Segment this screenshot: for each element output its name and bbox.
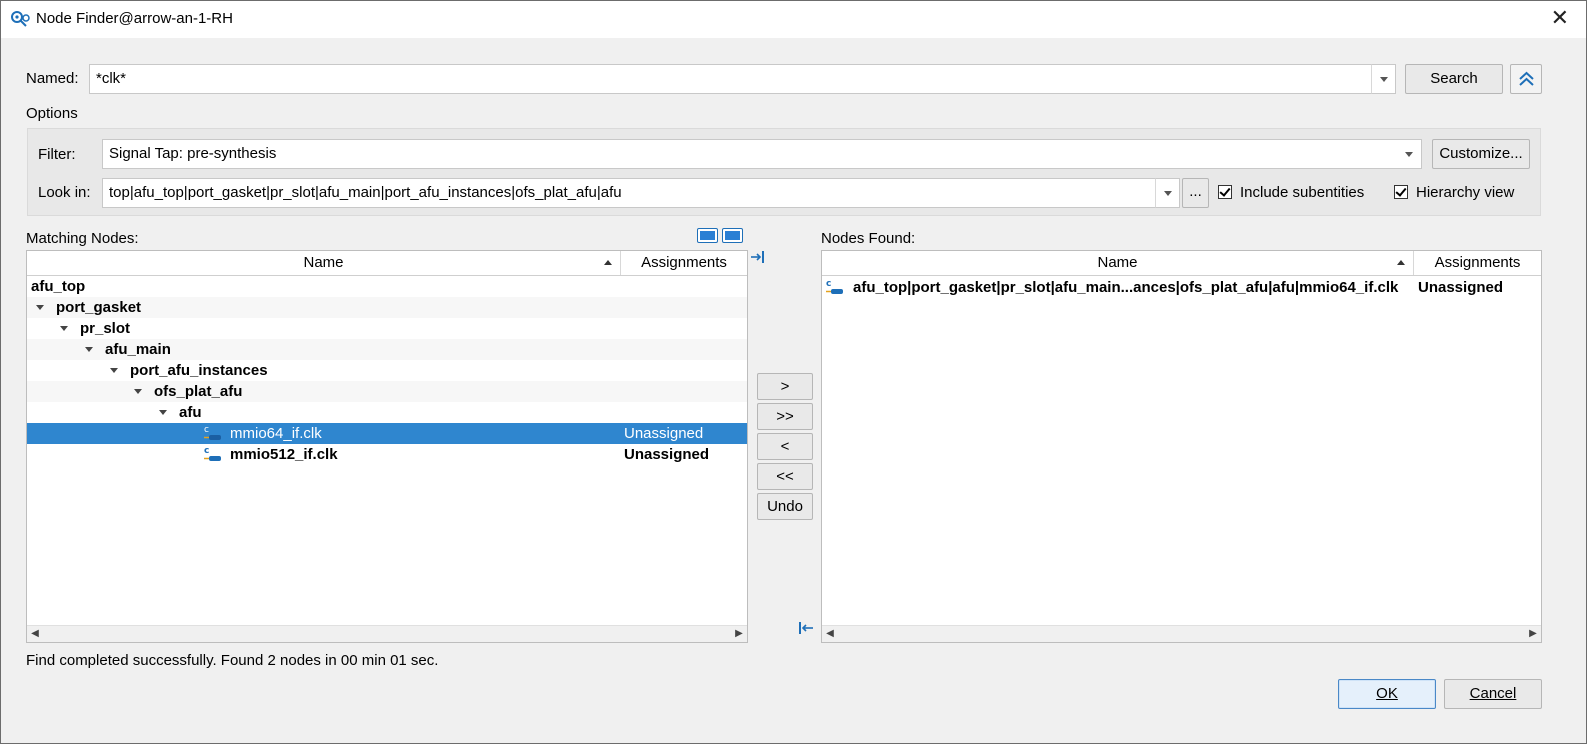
tree-node-label: mmio512_if.clk bbox=[230, 446, 338, 463]
tree-row[interactable]: afu_top bbox=[27, 276, 747, 297]
browse-hierarchy-button[interactable]: ... bbox=[1182, 178, 1209, 208]
svg-text:c: c bbox=[826, 279, 831, 289]
column-header-assignments[interactable]: Assignments bbox=[621, 251, 747, 275]
tree-node-label: pr_slot bbox=[80, 320, 131, 337]
tree-row[interactable]: port_afu_instances bbox=[27, 360, 747, 381]
sort-ascending-icon bbox=[1397, 260, 1405, 265]
tree-row[interactable]: port_gasket bbox=[27, 297, 747, 318]
expand-all-icon bbox=[700, 231, 715, 240]
found-node-name: afu_top|port_gasket|pr_slot|afu_main...a… bbox=[853, 279, 1399, 296]
filter-select[interactable]: Signal Tap: pre-synthesis bbox=[102, 139, 1398, 169]
tree-row[interactable]: ofs_plat_afu bbox=[27, 381, 747, 402]
expanded-arrow-icon[interactable] bbox=[134, 389, 142, 394]
scroll-right-icon[interactable]: ▶ bbox=[731, 626, 747, 642]
matching-nodes-table: Name Assignments afu_top port_gasket pr_… bbox=[26, 250, 748, 643]
clock-node-icon: c bbox=[826, 279, 843, 294]
title-bar: Node Finder@arrow-an-1-RH ✕ bbox=[0, 0, 1587, 39]
add-selected-button[interactable]: > bbox=[757, 373, 813, 400]
options-heading: Options bbox=[26, 105, 78, 122]
add-to-found-icon[interactable] bbox=[750, 250, 766, 264]
customize-button[interactable]: Customize... bbox=[1432, 139, 1530, 169]
matching-horizontal-scrollbar[interactable]: ◀ ▶ bbox=[27, 625, 747, 642]
hierarchy-view-checkbox[interactable] bbox=[1394, 185, 1408, 199]
column-header-name-label: Name bbox=[1097, 254, 1138, 271]
tree-row[interactable]: afu_main bbox=[27, 339, 747, 360]
svg-text:c: c bbox=[204, 446, 209, 456]
assignment-value: Unassigned bbox=[624, 425, 704, 442]
expanded-arrow-icon[interactable] bbox=[159, 410, 167, 415]
expanded-arrow-icon[interactable] bbox=[110, 368, 118, 373]
hierarchy-view-label: Hierarchy view bbox=[1416, 184, 1515, 201]
named-dropdown-arrow[interactable] bbox=[1371, 64, 1396, 94]
named-input[interactable]: *clk* bbox=[89, 64, 1372, 94]
clock-node-icon: c bbox=[204, 446, 221, 461]
tree-node-label: port_gasket bbox=[56, 299, 142, 316]
tree-node-label: afu bbox=[179, 404, 202, 421]
tree-row[interactable]: c mmio512_if.clk Unassigned bbox=[27, 444, 747, 465]
expanded-arrow-icon[interactable] bbox=[85, 347, 93, 352]
filter-dropdown-arrow[interactable] bbox=[1397, 139, 1422, 169]
column-header-name[interactable]: Name bbox=[27, 251, 621, 275]
scroll-left-icon[interactable]: ◀ bbox=[27, 626, 43, 642]
remove-all-button[interactable]: << bbox=[757, 463, 813, 490]
expanded-arrow-icon[interactable] bbox=[36, 305, 44, 310]
include-subentities-label: Include subentities bbox=[1240, 184, 1365, 201]
lookin-label: Look in: bbox=[38, 184, 91, 201]
tree-row[interactable]: afu bbox=[27, 402, 747, 423]
status-text: Find completed successfully. Found 2 nod… bbox=[26, 652, 439, 669]
scroll-left-icon[interactable]: ◀ bbox=[822, 626, 838, 642]
tree-node-label: afu_main bbox=[105, 341, 171, 358]
remove-from-found-icon[interactable] bbox=[798, 621, 814, 635]
svg-text:c: c bbox=[204, 425, 209, 435]
collapse-options-button[interactable] bbox=[1510, 64, 1542, 94]
window-title: Node Finder@arrow-an-1-RH bbox=[36, 10, 233, 27]
cancel-button[interactable]: Cancel bbox=[1444, 679, 1542, 709]
double-chevron-up-icon bbox=[1519, 71, 1534, 86]
matching-nodes-label: Matching Nodes: bbox=[26, 230, 139, 247]
column-header-name[interactable]: Name bbox=[822, 251, 1414, 275]
found-row[interactable]: c afu_top|port_gasket|pr_slot|afu_main..… bbox=[822, 277, 1541, 298]
include-subentities-checkbox[interactable] bbox=[1218, 185, 1232, 199]
lookin-dropdown-arrow[interactable] bbox=[1155, 178, 1180, 208]
scroll-right-icon[interactable]: ▶ bbox=[1525, 626, 1541, 642]
filter-label: Filter: bbox=[38, 146, 76, 163]
tree-row-selected[interactable]: c mmio64_if.clk Unassigned bbox=[27, 423, 747, 444]
found-horizontal-scrollbar[interactable]: ◀ ▶ bbox=[822, 625, 1541, 642]
found-table-header: Name Assignments bbox=[822, 251, 1541, 276]
collapse-all-button[interactable] bbox=[722, 228, 743, 243]
expand-all-button[interactable] bbox=[697, 228, 718, 243]
remove-selected-button[interactable]: < bbox=[757, 433, 813, 460]
assignment-value: Unassigned bbox=[1418, 279, 1504, 296]
search-button[interactable]: Search bbox=[1405, 64, 1503, 94]
column-header-name-label: Name bbox=[303, 254, 344, 271]
clock-node-icon: c bbox=[204, 425, 221, 440]
ok-button[interactable]: OK bbox=[1338, 679, 1436, 709]
close-icon[interactable]: ✕ bbox=[1551, 6, 1569, 30]
collapse-all-icon bbox=[725, 231, 740, 240]
named-label: Named: bbox=[26, 70, 79, 87]
expanded-arrow-icon[interactable] bbox=[60, 326, 68, 331]
tree-node-label: port_afu_instances bbox=[130, 362, 268, 379]
tree-row[interactable]: pr_slot bbox=[27, 318, 747, 339]
sort-ascending-icon bbox=[604, 260, 612, 265]
tree-node-label: mmio64_if.clk bbox=[230, 425, 322, 442]
node-finder-app-icon bbox=[11, 11, 30, 27]
add-all-button[interactable]: >> bbox=[757, 403, 813, 430]
assignment-value: Unassigned bbox=[624, 446, 710, 463]
tree-node-label: afu_top bbox=[31, 278, 86, 295]
nodes-found-label: Nodes Found: bbox=[821, 230, 916, 247]
matching-table-header: Name Assignments bbox=[27, 251, 747, 276]
lookin-input[interactable]: top|afu_top|port_gasket|pr_slot|afu_main… bbox=[102, 178, 1156, 208]
tree-node-label: ofs_plat_afu bbox=[154, 383, 243, 400]
undo-button[interactable]: Undo bbox=[757, 493, 813, 520]
column-header-assignments[interactable]: Assignments bbox=[1414, 251, 1541, 275]
nodes-found-table: Name Assignments c afu_top|port_gasket|p… bbox=[821, 250, 1542, 643]
